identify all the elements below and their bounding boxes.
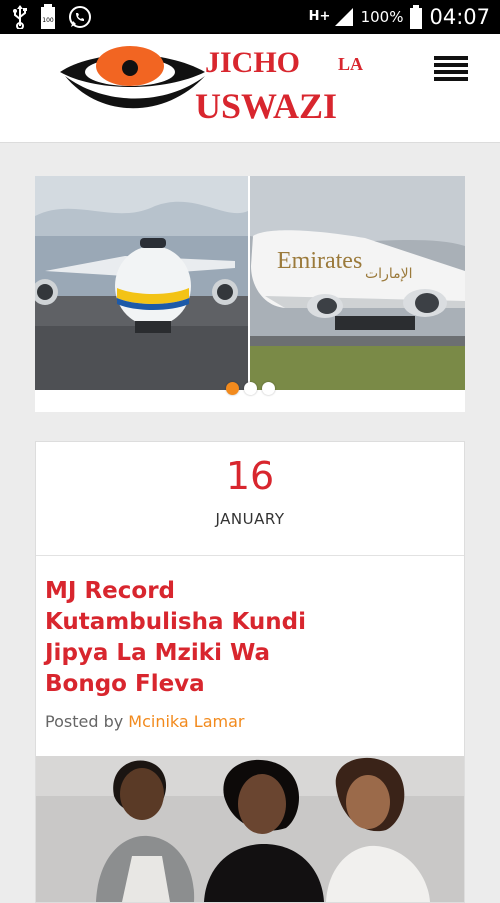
- image-slider[interactable]: Emirates الإمارات: [35, 176, 465, 412]
- signal-icon: [334, 8, 353, 26]
- airline-arabic-text: الإمارات: [365, 266, 412, 282]
- svg-text:100: 100: [42, 17, 54, 24]
- hamburger-menu-button[interactable]: [434, 56, 468, 84]
- menu-bar-icon: [434, 56, 468, 60]
- status-left-icons: 100: [12, 4, 92, 30]
- battery-percent: 100%: [360, 8, 404, 26]
- post-featured-image[interactable]: [36, 756, 464, 902]
- posted-by-label: Posted by: [45, 712, 124, 731]
- post-date-day: 16: [225, 454, 275, 498]
- whatsapp-icon: [69, 6, 91, 28]
- post-date: 16 JANUARY: [36, 442, 464, 556]
- slider-pagination: [35, 382, 465, 400]
- logo-text-top: JICHO: [205, 46, 300, 79]
- menu-bar-icon: [434, 77, 468, 81]
- post-author-link[interactable]: Mcinika Lamar: [128, 712, 244, 731]
- slider-dot-1[interactable]: [225, 382, 239, 395]
- airline-text: Emirates: [277, 248, 362, 274]
- status-time: 04:07: [429, 5, 490, 29]
- menu-bar-icon: [434, 70, 468, 74]
- post-card: 16 JANUARY MJ Record Kutambulisha Kundi …: [35, 441, 465, 903]
- logo-text-small: LA: [338, 54, 363, 74]
- post-meta: Posted by Mcinika Lamar: [36, 700, 464, 731]
- menu-bar-icon: [434, 63, 468, 67]
- network-type-label: H+: [308, 9, 331, 24]
- battery-full-icon: 100: [41, 4, 55, 29]
- status-right-icons: H+ 100% 04:07: [309, 0, 490, 34]
- slider-dot-2[interactable]: [243, 382, 257, 395]
- battery-icon: [410, 5, 423, 29]
- post-date-month: JANUARY: [215, 510, 285, 528]
- slider-dot-3[interactable]: [261, 382, 275, 395]
- usb-icon: [13, 5, 27, 29]
- logo-text-bottom: USWAZI: [195, 86, 337, 126]
- post-title-link[interactable]: MJ Record Kutambulisha Kundi Jipya La Mz…: [36, 556, 354, 700]
- site-logo[interactable]: JICHO LA USWAZI: [55, 44, 375, 134]
- slider-image[interactable]: Emirates الإمارات: [35, 176, 465, 390]
- status-bar: 100 H+ 100% 04:07: [0, 0, 500, 34]
- site-header: JICHO LA USWAZI: [0, 34, 500, 143]
